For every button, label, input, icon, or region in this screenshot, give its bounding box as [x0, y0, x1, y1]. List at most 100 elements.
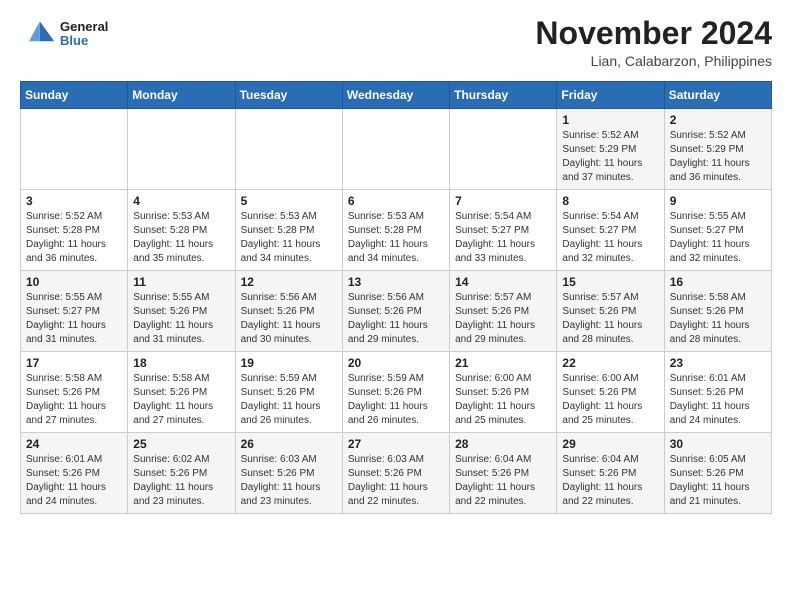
calendar-cell: 20 Sunrise: 5:59 AM Sunset: 5:26 PM Dayli…: [342, 352, 449, 433]
col-tuesday: Tuesday: [235, 82, 342, 109]
day-info: Sunrise: 5:55 AM Sunset: 5:26 PM Dayligh…: [133, 291, 229, 347]
col-thursday: Thursday: [450, 82, 557, 109]
calendar-cell: 21 Sunrise: 6:00 AM Sunset: 5:26 PM Dayli…: [450, 352, 557, 433]
day-number: 14: [455, 275, 551, 289]
day-number: 23: [670, 356, 766, 370]
calendar-cell: 12 Sunrise: 5:56 AM Sunset: 5:26 PM Dayli…: [235, 271, 342, 352]
logo-general: General: [60, 20, 108, 34]
calendar-cell: 1 Sunrise: 5:52 AM Sunset: 5:29 PM Daylig…: [557, 109, 664, 190]
calendar-row-0: 1 Sunrise: 5:52 AM Sunset: 5:29 PM Daylig…: [21, 109, 772, 190]
calendar-cell: 3Sunrise: 5:52 AM Sunset: 5:28 PM Daylig…: [21, 190, 128, 271]
calendar-cell: 13Sunrise: 5:56 AM Sunset: 5:26 PM Dayli…: [342, 271, 449, 352]
day-number: 2: [670, 113, 766, 127]
day-number: 27: [348, 437, 444, 451]
calendar-cell: 11Sunrise: 5:55 AM Sunset: 5:26 PM Dayli…: [128, 271, 235, 352]
header: General Blue November 2024 Lian, Calabar…: [20, 16, 772, 69]
calendar-cell: 24Sunrise: 6:01 AM Sunset: 5:26 PM Dayli…: [21, 433, 128, 514]
calendar-table: Sunday Monday Tuesday Wednesday Thursday…: [20, 81, 772, 514]
title-block: November 2024 Lian, Calabarzon, Philippi…: [535, 16, 772, 69]
calendar-cell: 30 Sunrise: 6:05 AM Sunset: 5:26 PM Dayli…: [664, 433, 771, 514]
day-info: Sunrise: 5:53 AM Sunset: 5:28 PM Dayligh…: [133, 210, 229, 266]
day-number: 25: [133, 437, 229, 451]
calendar-cell: [450, 109, 557, 190]
logo-blue: Blue: [60, 34, 108, 48]
col-wednesday: Wednesday: [342, 82, 449, 109]
day-number: 18: [133, 356, 229, 370]
day-number: 12: [241, 275, 337, 289]
day-number: 7: [455, 194, 551, 208]
col-monday: Monday: [128, 82, 235, 109]
day-number: 19: [241, 356, 337, 370]
day-number: 20: [348, 356, 444, 370]
day-info: Sunrise: 5:57 AM Sunset: 5:26 PM Dayligh…: [455, 291, 551, 347]
calendar-cell: 10 Sunrise: 5:55 AM Sunset: 5:27 PM Dayli…: [21, 271, 128, 352]
day-info: Sunrise: 5:53 AM Sunset: 5:28 PM Dayligh…: [241, 210, 337, 266]
calendar-row-1: 3Sunrise: 5:52 AM Sunset: 5:28 PM Daylig…: [21, 190, 772, 271]
calendar-cell: [128, 109, 235, 190]
day-number: 4: [133, 194, 229, 208]
day-info: Sunrise: 6:03 AM Sunset: 5:26 PM Dayligh…: [241, 453, 337, 509]
calendar-cell: 29Sunrise: 6:04 AM Sunset: 5:26 PM Dayli…: [557, 433, 664, 514]
calendar-cell: 28Sunrise: 6:04 AM Sunset: 5:26 PM Dayli…: [450, 433, 557, 514]
logo-text: General Blue: [60, 20, 108, 49]
day-number: 26: [241, 437, 337, 451]
calendar-cell: 22 Sunrise: 6:00 AM Sunset: 5:26 PM Dayli…: [557, 352, 664, 433]
calendar-cell: 27Sunrise: 6:03 AM Sunset: 5:26 PM Dayli…: [342, 433, 449, 514]
location-subtitle: Lian, Calabarzon, Philippines: [535, 53, 772, 69]
day-number: 22: [562, 356, 658, 370]
calendar-cell: 26 Sunrise: 6:03 AM Sunset: 5:26 PM Dayli…: [235, 433, 342, 514]
col-saturday: Saturday: [664, 82, 771, 109]
logo-icon: [20, 16, 56, 52]
day-info: Sunrise: 5:54 AM Sunset: 5:27 PM Dayligh…: [455, 210, 551, 266]
day-number: 5: [241, 194, 337, 208]
day-info: Sunrise: 5:55 AM Sunset: 5:27 PM Dayligh…: [26, 291, 122, 347]
day-info: Sunrise: 6:00 AM Sunset: 5:26 PM Dayligh…: [562, 372, 658, 428]
day-info: Sunrise: 5:55 AM Sunset: 5:27 PM Dayligh…: [670, 210, 766, 266]
day-number: 1: [562, 113, 658, 127]
calendar-cell: 19 Sunrise: 5:59 AM Sunset: 5:26 PM Dayli…: [235, 352, 342, 433]
day-info: Sunrise: 5:57 AM Sunset: 5:26 PM Dayligh…: [562, 291, 658, 347]
day-info: Sunrise: 5:56 AM Sunset: 5:26 PM Dayligh…: [241, 291, 337, 347]
header-row: Sunday Monday Tuesday Wednesday Thursday…: [21, 82, 772, 109]
calendar-cell: 17 Sunrise: 5:58 AM Sunset: 5:26 PM Dayli…: [21, 352, 128, 433]
calendar-row-2: 10 Sunrise: 5:55 AM Sunset: 5:27 PM Dayli…: [21, 271, 772, 352]
day-number: 15: [562, 275, 658, 289]
day-number: 17: [26, 356, 122, 370]
day-number: 24: [26, 437, 122, 451]
day-info: Sunrise: 5:58 AM Sunset: 5:26 PM Dayligh…: [133, 372, 229, 428]
day-info: Sunrise: 6:02 AM Sunset: 5:26 PM Dayligh…: [133, 453, 229, 509]
day-info: Sunrise: 5:58 AM Sunset: 5:26 PM Dayligh…: [26, 372, 122, 428]
day-info: Sunrise: 6:04 AM Sunset: 5:26 PM Dayligh…: [562, 453, 658, 509]
calendar-row-3: 17 Sunrise: 5:58 AM Sunset: 5:26 PM Dayli…: [21, 352, 772, 433]
calendar-cell: 5 Sunrise: 5:53 AM Sunset: 5:28 PM Daylig…: [235, 190, 342, 271]
calendar-cell: 14 Sunrise: 5:57 AM Sunset: 5:26 PM Dayli…: [450, 271, 557, 352]
calendar-cell: 15 Sunrise: 5:57 AM Sunset: 5:26 PM Dayli…: [557, 271, 664, 352]
col-sunday: Sunday: [21, 82, 128, 109]
calendar-cell: [235, 109, 342, 190]
day-number: 9: [670, 194, 766, 208]
day-number: 21: [455, 356, 551, 370]
month-title: November 2024: [535, 16, 772, 51]
day-info: Sunrise: 6:04 AM Sunset: 5:26 PM Dayligh…: [455, 453, 551, 509]
calendar-body: 1 Sunrise: 5:52 AM Sunset: 5:29 PM Daylig…: [21, 109, 772, 514]
calendar-cell: 2Sunrise: 5:52 AM Sunset: 5:29 PM Daylig…: [664, 109, 771, 190]
day-info: Sunrise: 5:59 AM Sunset: 5:26 PM Dayligh…: [348, 372, 444, 428]
day-number: 6: [348, 194, 444, 208]
calendar-cell: 4 Sunrise: 5:53 AM Sunset: 5:28 PM Daylig…: [128, 190, 235, 271]
day-info: Sunrise: 5:53 AM Sunset: 5:28 PM Dayligh…: [348, 210, 444, 266]
day-info: Sunrise: 5:52 AM Sunset: 5:29 PM Dayligh…: [562, 129, 658, 185]
day-number: 10: [26, 275, 122, 289]
day-info: Sunrise: 5:59 AM Sunset: 5:26 PM Dayligh…: [241, 372, 337, 428]
day-info: Sunrise: 5:52 AM Sunset: 5:28 PM Dayligh…: [26, 210, 122, 266]
calendar-cell: 25 Sunrise: 6:02 AM Sunset: 5:26 PM Dayli…: [128, 433, 235, 514]
day-info: Sunrise: 6:01 AM Sunset: 5:26 PM Dayligh…: [670, 372, 766, 428]
day-info: Sunrise: 6:05 AM Sunset: 5:26 PM Dayligh…: [670, 453, 766, 509]
col-friday: Friday: [557, 82, 664, 109]
day-info: Sunrise: 6:00 AM Sunset: 5:26 PM Dayligh…: [455, 372, 551, 428]
calendar-row-4: 24Sunrise: 6:01 AM Sunset: 5:26 PM Dayli…: [21, 433, 772, 514]
day-info: Sunrise: 5:56 AM Sunset: 5:26 PM Dayligh…: [348, 291, 444, 347]
day-number: 30: [670, 437, 766, 451]
day-number: 8: [562, 194, 658, 208]
calendar-cell: 18 Sunrise: 5:58 AM Sunset: 5:26 PM Dayli…: [128, 352, 235, 433]
calendar-cell: 9 Sunrise: 5:55 AM Sunset: 5:27 PM Daylig…: [664, 190, 771, 271]
